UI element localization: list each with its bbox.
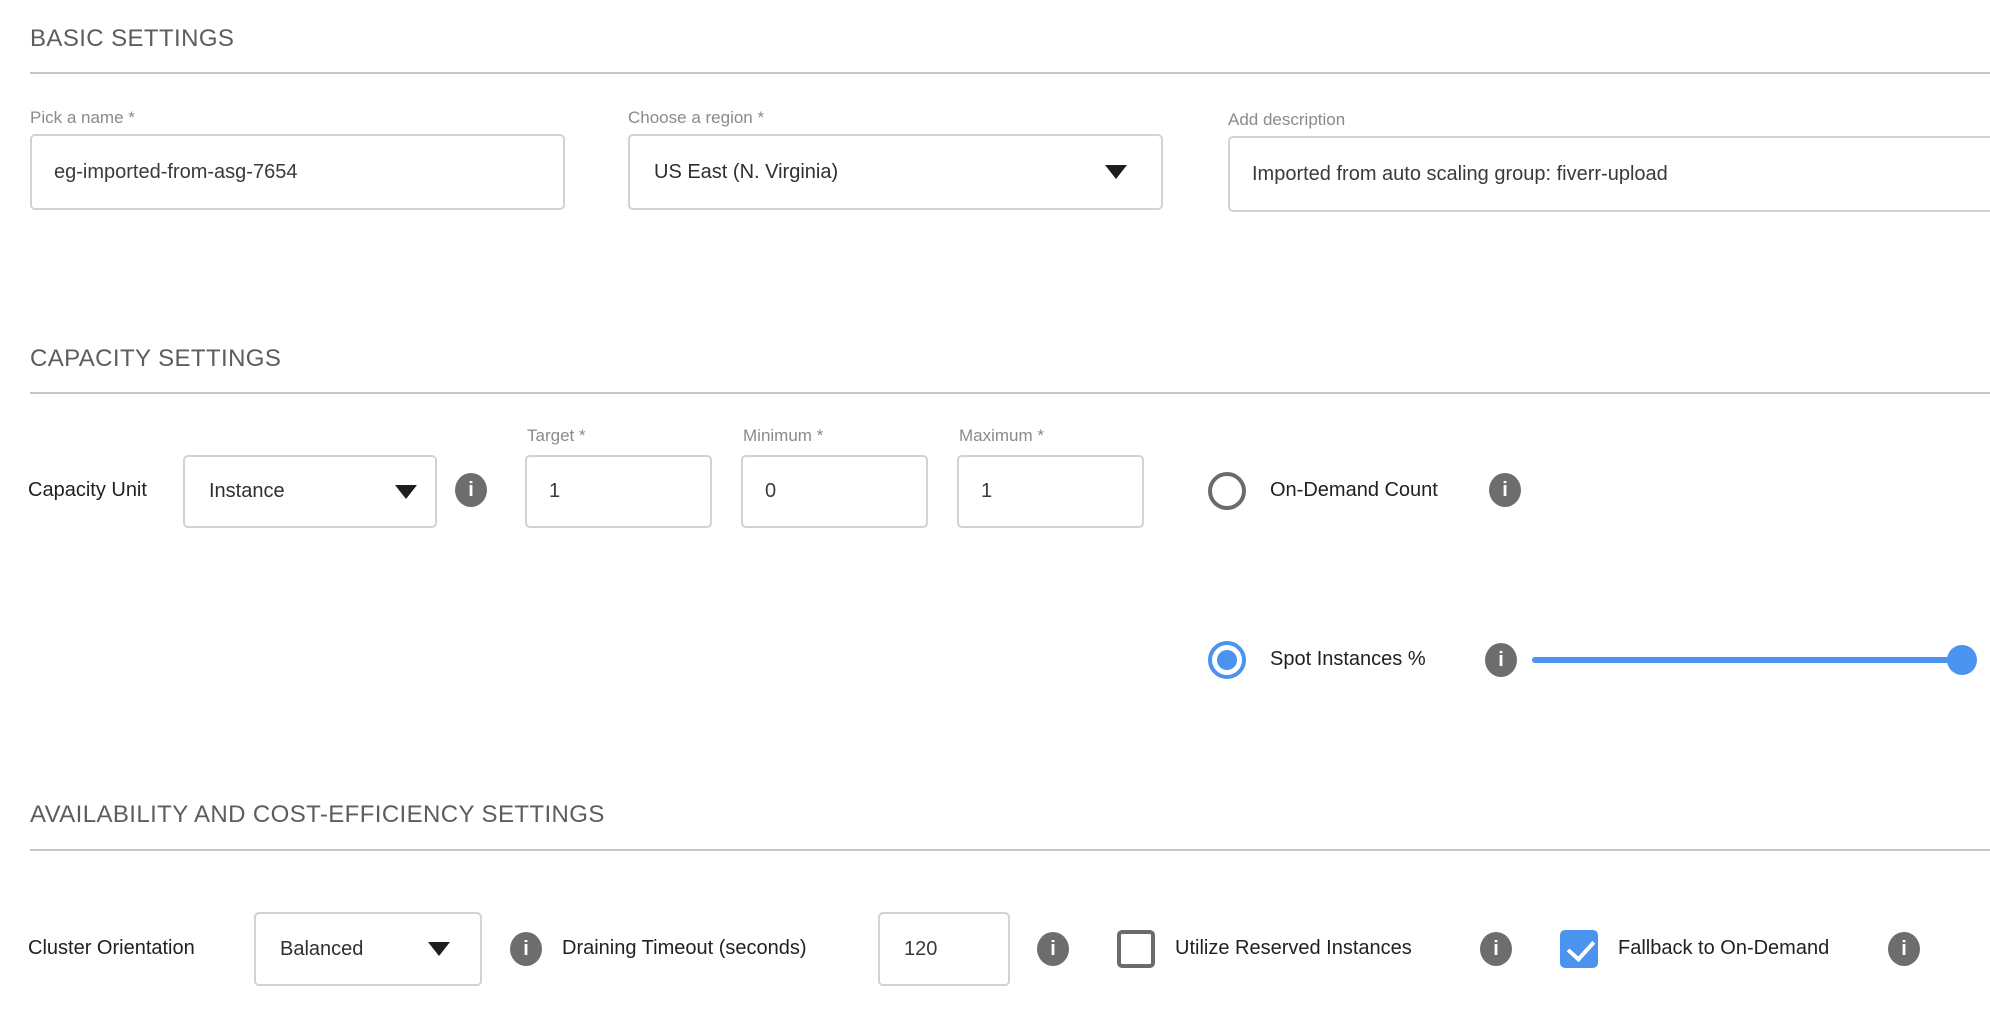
cluster-orientation-value: Balanced [280, 938, 363, 961]
elastigroup-settings-page: BASIC SETTINGS Pick a name * Choose a re… [0, 0, 1990, 1016]
section-divider [30, 849, 1990, 851]
name-field-label: Pick a name * [30, 108, 135, 128]
dropdown-arrow-icon [428, 942, 450, 956]
region-dropdown[interactable]: US East (N. Virginia) [628, 134, 1163, 210]
spot-percentage-slider[interactable] [1532, 645, 1962, 675]
cluster-orientation-info-icon[interactable]: i [510, 932, 542, 966]
spot-instances-info-icon[interactable]: i [1485, 643, 1517, 677]
description-input[interactable] [1228, 136, 1990, 212]
minimum-field-label: Minimum * [743, 426, 823, 446]
region-field-label: Choose a region * [628, 108, 764, 128]
spot-instances-label[interactable]: Spot Instances % [1270, 648, 1426, 671]
checkmark-icon [1567, 933, 1596, 962]
slider-fill [1532, 657, 1962, 663]
on-demand-count-info-icon[interactable]: i [1489, 473, 1521, 507]
fallback-on-demand-label[interactable]: Fallback to On-Demand [1618, 937, 1829, 960]
fallback-on-demand-info-icon[interactable]: i [1888, 932, 1920, 966]
utilize-reserved-checkbox[interactable] [1117, 930, 1155, 968]
target-input[interactable] [525, 455, 712, 528]
region-dropdown-value: US East (N. Virginia) [654, 161, 838, 184]
description-field-label: Add description [1228, 110, 1345, 130]
cluster-orientation-dropdown[interactable]: Balanced [254, 912, 482, 986]
capacity-unit-dropdown[interactable]: Instance [183, 455, 437, 528]
dropdown-arrow-icon [395, 485, 417, 499]
dropdown-arrow-icon [1105, 165, 1127, 179]
on-demand-count-radio[interactable] [1208, 472, 1246, 510]
fallback-on-demand-checkbox[interactable] [1560, 930, 1598, 968]
name-input[interactable] [30, 134, 565, 210]
maximum-input[interactable] [957, 455, 1144, 528]
draining-timeout-label: Draining Timeout (seconds) [562, 937, 807, 960]
availability-settings-title: AVAILABILITY AND COST-EFFICIENCY SETTING… [30, 802, 605, 828]
basic-settings-title: BASIC SETTINGS [30, 26, 234, 52]
cluster-orientation-label: Cluster Orientation [28, 937, 195, 960]
section-divider [30, 392, 1990, 394]
maximum-field-label: Maximum * [959, 426, 1044, 446]
capacity-unit-value: Instance [209, 480, 285, 503]
utilize-reserved-info-icon[interactable]: i [1480, 932, 1512, 966]
on-demand-count-label[interactable]: On-Demand Count [1270, 479, 1438, 502]
draining-timeout-input[interactable] [878, 912, 1010, 986]
capacity-unit-label: Capacity Unit [28, 479, 147, 502]
utilize-reserved-label[interactable]: Utilize Reserved Instances [1175, 937, 1412, 960]
spot-instances-radio[interactable] [1208, 641, 1246, 679]
slider-thumb[interactable] [1947, 645, 1977, 675]
capacity-unit-info-icon[interactable]: i [455, 473, 487, 507]
draining-timeout-info-icon[interactable]: i [1037, 932, 1069, 966]
target-field-label: Target * [527, 426, 586, 446]
capacity-settings-title: CAPACITY SETTINGS [30, 346, 281, 372]
minimum-input[interactable] [741, 455, 928, 528]
section-divider [30, 72, 1990, 74]
